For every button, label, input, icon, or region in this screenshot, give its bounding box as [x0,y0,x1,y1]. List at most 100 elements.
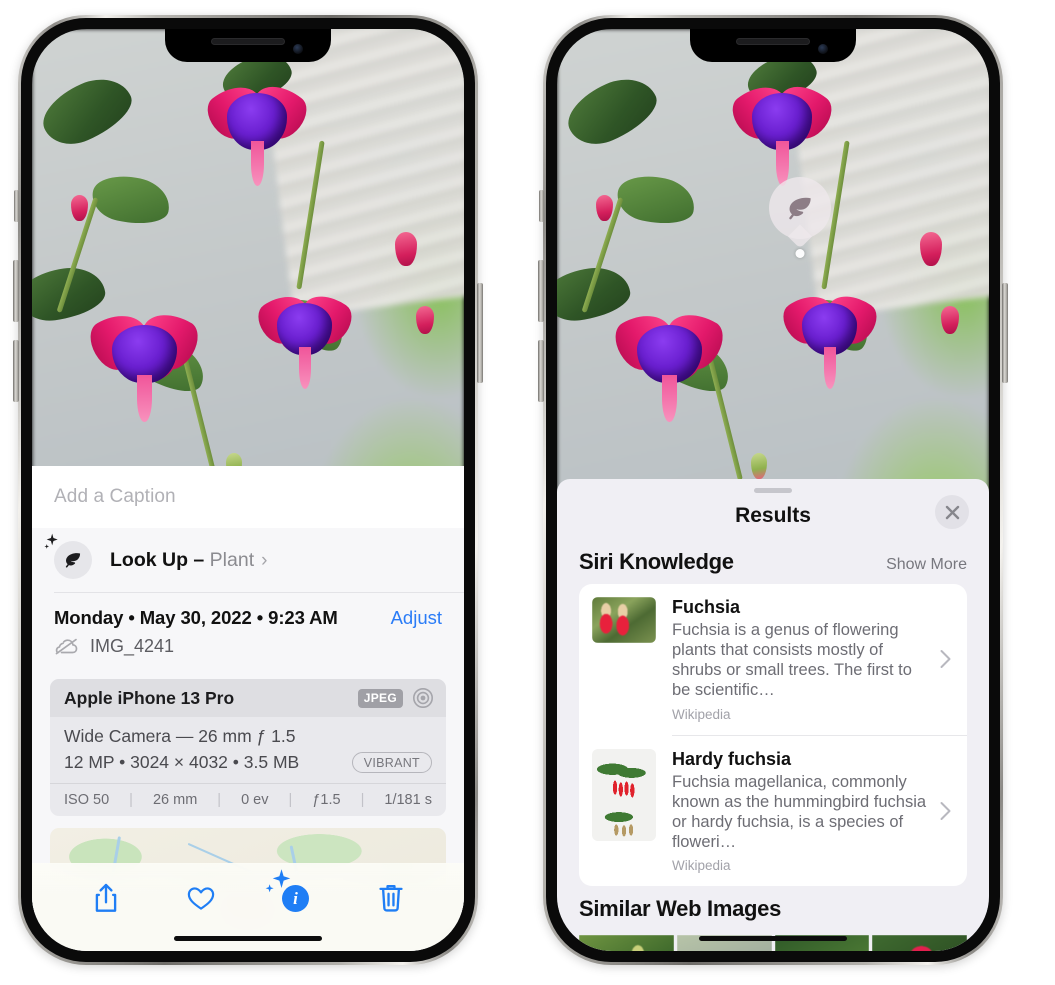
look-up-label: Look Up – [110,548,210,571]
home-indicator[interactable] [699,936,847,941]
fuchsia-flower [607,287,731,422]
exif-header: Apple iPhone 13 Pro JPEG [50,679,446,717]
silent-switch[interactable] [14,190,19,222]
visual-lookup-leaf-badge[interactable] [769,177,831,258]
photographic-style-badge: VIBRANT [351,752,432,773]
knowledge-source: Wikipedia [672,706,731,722]
knowledge-item-hardy-fuchsia[interactable]: Hardy fuchsia Fuchsia magellanica, commo… [579,736,967,887]
heart-icon [187,887,214,910]
exif-stat-shutter: 1/181 s [384,792,432,808]
knowledge-text: Fuchsia Fuchsia is a genus of flowering … [672,597,953,722]
home-indicator[interactable] [174,936,322,941]
sparkle-icon [265,869,290,893]
format-badge: JPEG [357,688,403,708]
siri-knowledge-card: Fuchsia Fuchsia is a genus of flowering … [579,584,967,886]
similar-image-1[interactable] [579,935,674,951]
knowledge-source: Wikipedia [672,858,731,873]
exif-stats-row: ISO 50 | 26 mm | 0 ev | ƒ1.5 | 1/181 s [50,783,446,816]
photo-date: Monday • May 30, 2022 • 9:23 AM [54,607,338,628]
chevron-right-icon [940,650,951,669]
left-phone-device: Add a Caption Look Up – Plant › Monday •… [13,15,483,965]
info-button[interactable]: i [265,869,317,919]
flower-bud [919,231,942,266]
metadata-file-row: IMG_4241 [54,636,442,657]
fuchsia-flower [775,269,884,389]
look-up-label-wrap: Look Up – Plant › [110,549,267,572]
delete-button[interactable] [370,877,412,919]
right-phone-bezel: Results Siri Knowledge Show More Fuchsia… [546,18,1000,962]
siri-knowledge-title: Siri Knowledge [579,549,734,574]
results-sheet: Results Siri Knowledge Show More Fuchsia… [557,479,989,951]
right-phone-screen: Results Siri Knowledge Show More Fuchsia… [557,29,989,951]
earpiece-speaker [211,37,285,45]
raw-circle-icon [413,688,433,708]
exif-card[interactable]: Apple iPhone 13 Pro JPEG Wide Camera — 2… [50,679,446,816]
close-icon [945,505,959,519]
flower-bud [70,194,88,221]
fuchsia-flower [250,269,359,389]
close-button[interactable] [935,495,969,529]
exif-header-badges: JPEG [357,687,434,709]
fuchsia-flower [724,57,839,187]
power-button[interactable] [1002,283,1008,383]
share-button[interactable] [85,877,127,919]
photo-metadata-block: Monday • May 30, 2022 • 9:23 AM Adjust I… [32,593,464,667]
similar-image-4[interactable] [872,935,967,951]
trash-icon [378,885,403,912]
cloud-off-icon [55,638,78,655]
notch [690,29,856,62]
favorite-button[interactable] [180,877,222,919]
show-more-button[interactable]: Show More [886,556,967,574]
share-icon [95,883,116,912]
similar-web-images-title: Similar Web Images [579,896,782,921]
knowledge-description: Fuchsia magellanica, commonly known as t… [672,772,927,851]
exif-stat-divider: | [217,792,222,808]
siri-knowledge-header: Siri Knowledge Show More [557,539,989,584]
knowledge-description: Fuchsia is a genus of flowering plants t… [672,621,912,700]
knowledge-thumbnail [592,597,656,643]
results-header: Results [557,493,989,539]
camera-device-name: Apple iPhone 13 Pro [64,687,235,708]
exif-stat-divider: | [129,792,133,808]
exif-stat-iso: ISO 50 [64,792,110,808]
power-button[interactable] [477,283,483,383]
knowledge-item-fuchsia[interactable]: Fuchsia Fuchsia is a genus of flowering … [579,584,967,735]
exif-size-row: 12 MP • 3024 × 4032 • 3.5 MB VIBRANT [64,752,432,773]
silent-switch[interactable] [539,190,544,222]
similar-web-images-header: Similar Web Images [557,886,989,931]
chevron-right-icon [940,801,951,820]
flower-bud [394,231,417,266]
exif-stat-focal: 26 mm [152,792,198,808]
leaf-icon [44,533,92,579]
sparkle-icon [44,533,58,549]
exif-stat-divider: | [360,792,365,808]
adjust-button[interactable]: Adjust [391,607,442,629]
volume-down-button[interactable] [13,340,19,402]
screenshot-stage: Add a Caption Look Up – Plant › Monday •… [0,0,1055,985]
knowledge-title: Hardy fuchsia [672,748,792,769]
left-phone-screen: Add a Caption Look Up – Plant › Monday •… [32,29,464,951]
front-camera [293,44,303,54]
fuchsia-flower [82,287,206,422]
flower-bud [595,194,613,221]
badge-anchor-dot [795,249,805,258]
photo-filename: IMG_4241 [90,636,175,656]
front-camera [818,44,828,54]
volume-up-button[interactable] [538,260,544,322]
left-phone-bezel: Add a Caption Look Up – Plant › Monday •… [21,18,475,962]
knowledge-text: Hardy fuchsia Fuchsia magellanica, commo… [672,749,953,874]
knowledge-title: Fuchsia [672,597,741,617]
exif-body: Wide Camera — 26 mm ƒ 1.5 12 MP • 3024 ×… [50,717,446,783]
caption-placeholder: Add a Caption [54,486,176,507]
chevron-right-icon: › [261,549,268,571]
volume-down-button[interactable] [538,340,544,402]
fuchsia-flower [199,57,314,187]
caption-input-row[interactable]: Add a Caption [32,466,464,528]
look-up-plant-row[interactable]: Look Up – Plant › [32,528,464,592]
right-phone-device: Results Siri Knowledge Show More Fuchsia… [538,15,1008,965]
lens-info: Wide Camera — 26 mm ƒ 1.5 [64,726,296,746]
results-title: Results [735,504,811,527]
volume-up-button[interactable] [13,260,19,322]
look-up-subject: Plant [209,548,255,571]
exif-stat-ev: 0 ev [241,792,269,808]
